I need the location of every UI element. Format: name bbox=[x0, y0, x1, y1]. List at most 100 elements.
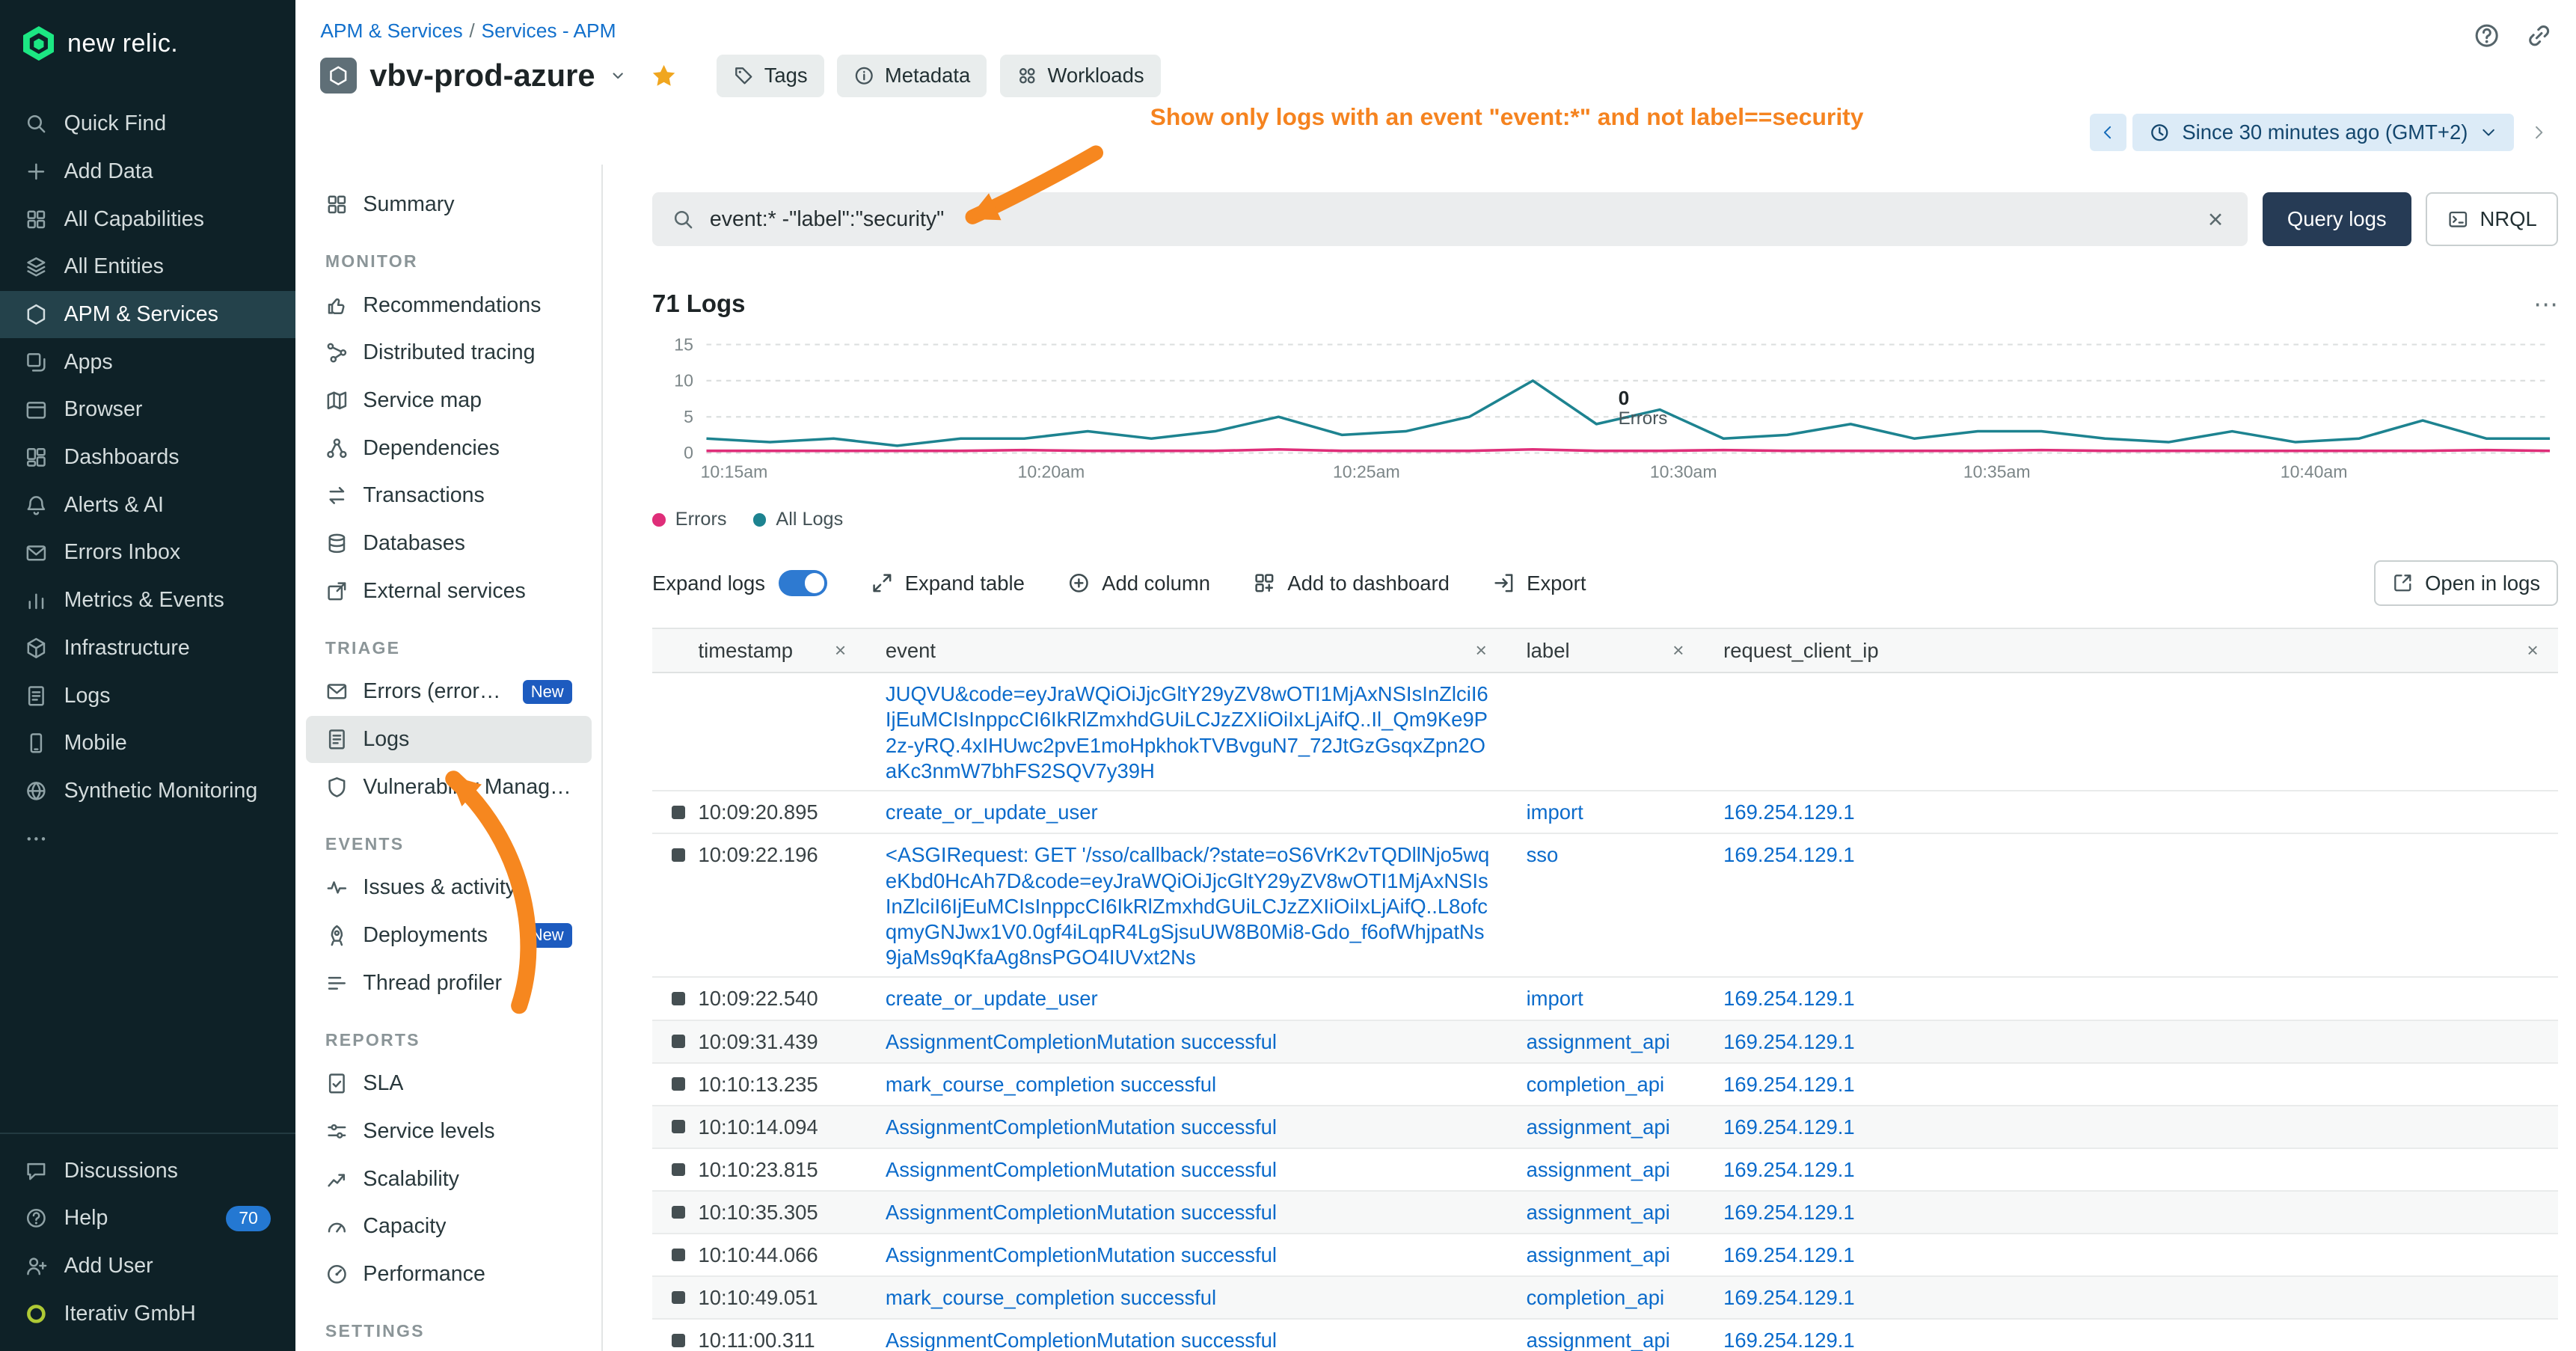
log-label-link[interactable]: assignment_api bbox=[1527, 1329, 1670, 1351]
nav-item-add-user[interactable]: Add User bbox=[0, 1243, 295, 1290]
remove-column-timestamp-icon[interactable]: × bbox=[831, 639, 849, 662]
row-checkbox[interactable] bbox=[672, 1291, 685, 1305]
log-row[interactable]: JUQVU&code=eyJraWQiOiJjcGltY29yZV8wOTI1M… bbox=[652, 673, 2558, 791]
sidebar-item-service-map[interactable]: Service map bbox=[306, 377, 592, 425]
nav-item-all-entities[interactable]: All Entities bbox=[0, 243, 295, 291]
expand-table-button[interactable]: Expand table bbox=[871, 572, 1025, 595]
time-picker-button[interactable]: Since 30 minutes ago (GMT+2) bbox=[2132, 114, 2513, 152]
more-options-icon[interactable]: ⋯ bbox=[2533, 290, 2558, 319]
log-label-link[interactable]: assignment_api bbox=[1527, 1158, 1670, 1181]
sidebar-item-thread-profiler[interactable]: Thread profiler bbox=[306, 959, 592, 1007]
nav-item-more[interactable] bbox=[0, 815, 295, 863]
nav-item-dashboards[interactable]: Dashboards bbox=[0, 434, 295, 482]
log-label-link[interactable]: assignment_api bbox=[1527, 1243, 1670, 1266]
new-relic-logo[interactable]: new relic. bbox=[0, 19, 295, 84]
sidebar-item-vulnerability-management[interactable]: Vulnerability Management bbox=[306, 763, 592, 811]
row-checkbox[interactable] bbox=[672, 1249, 685, 1262]
log-event-link[interactable]: AssignmentCompletionMutation successful bbox=[886, 1030, 1277, 1053]
log-label-link[interactable]: completion_api bbox=[1527, 1286, 1665, 1309]
log-event-link[interactable]: mark_course_completion successful bbox=[886, 1073, 1216, 1096]
log-label-link[interactable]: sso bbox=[1527, 843, 1559, 866]
log-event-link[interactable]: JUQVU&code=eyJraWQiOiJjcGltY29yZV8wOTI1M… bbox=[886, 682, 1488, 782]
nav-item-metrics-events[interactable]: Metrics & Events bbox=[0, 577, 295, 625]
row-checkbox[interactable] bbox=[672, 1077, 685, 1091]
time-back-button[interactable] bbox=[2090, 114, 2126, 152]
log-client-ip-link[interactable]: 169.254.129.1 bbox=[1723, 987, 1854, 1010]
log-label-link[interactable]: import bbox=[1527, 800, 1583, 824]
nav-item-infrastructure[interactable]: Infrastructure bbox=[0, 625, 295, 673]
log-event-link[interactable]: mark_course_completion successful bbox=[886, 1286, 1216, 1309]
nav-item-errors-inbox[interactable]: Errors Inbox bbox=[0, 529, 295, 577]
row-checkbox[interactable] bbox=[672, 1334, 685, 1347]
sidebar-item-external-services[interactable]: External services bbox=[306, 567, 592, 615]
log-event-link[interactable]: create_or_update_user bbox=[886, 800, 1098, 824]
sidebar-item-sla[interactable]: SLA bbox=[306, 1060, 592, 1108]
sidebar-item-databases[interactable]: Databases bbox=[306, 520, 592, 568]
nav-item-help[interactable]: Help70 bbox=[0, 1195, 295, 1243]
nav-item-quick-find[interactable]: Quick Find bbox=[0, 100, 295, 148]
entity-switcher-caret-icon[interactable] bbox=[608, 66, 628, 85]
log-client-ip-link[interactable]: 169.254.129.1 bbox=[1723, 1073, 1854, 1096]
nav-item-mobile[interactable]: Mobile bbox=[0, 720, 295, 768]
permalink-icon[interactable] bbox=[2525, 22, 2553, 49]
sidebar-item-issues-activity[interactable]: Issues & activity bbox=[306, 864, 592, 912]
row-checkbox[interactable] bbox=[672, 1120, 685, 1133]
breadcrumb-apm-services[interactable]: APM & Services bbox=[320, 19, 462, 42]
log-event-link[interactable]: AssignmentCompletionMutation successful bbox=[886, 1243, 1277, 1266]
sidebar-item-scalability[interactable]: Scalability bbox=[306, 1155, 592, 1203]
log-row[interactable]: 10:09:22.196<ASGIRequest: GET '/sso/call… bbox=[652, 834, 2558, 978]
log-row[interactable]: 10:10:23.815AssignmentCompletionMutation… bbox=[652, 1149, 2558, 1192]
remove-column-event-icon[interactable]: × bbox=[1472, 639, 1490, 662]
sidebar-item-performance[interactable]: Performance bbox=[306, 1251, 592, 1299]
export-button[interactable]: Export bbox=[1492, 572, 1586, 595]
log-label-link[interactable]: assignment_api bbox=[1527, 1201, 1670, 1224]
log-row[interactable]: 10:10:44.066AssignmentCompletionMutation… bbox=[652, 1234, 2558, 1277]
log-event-link[interactable]: create_or_update_user bbox=[886, 987, 1098, 1010]
log-row[interactable]: 10:11:00.311AssignmentCompletionMutation… bbox=[652, 1320, 2558, 1351]
log-client-ip-link[interactable]: 169.254.129.1 bbox=[1723, 1286, 1854, 1309]
tags-button[interactable]: Tags bbox=[717, 55, 824, 97]
log-event-link[interactable]: AssignmentCompletionMutation successful bbox=[886, 1329, 1277, 1351]
nav-item-all-capabilities[interactable]: All Capabilities bbox=[0, 195, 295, 243]
row-checkbox[interactable] bbox=[672, 1163, 685, 1177]
log-client-ip-link[interactable]: 169.254.129.1 bbox=[1723, 1158, 1854, 1181]
help-circle-icon[interactable] bbox=[2473, 22, 2500, 49]
sidebar-item-deployments[interactable]: DeploymentsNew bbox=[306, 912, 592, 960]
time-forward-button[interactable] bbox=[2521, 114, 2557, 152]
remove-column-request-client-ip-icon[interactable]: × bbox=[2524, 639, 2542, 662]
expand-logs-toggle[interactable] bbox=[779, 570, 828, 596]
log-label-link[interactable]: assignment_api bbox=[1527, 1115, 1670, 1139]
row-checkbox[interactable] bbox=[672, 1206, 685, 1219]
log-row[interactable]: 10:10:13.235mark_course_completion succe… bbox=[652, 1064, 2558, 1106]
log-row[interactable]: 10:10:35.305AssignmentCompletionMutation… bbox=[652, 1192, 2558, 1234]
sidebar-item-service-levels[interactable]: Service levels bbox=[306, 1108, 592, 1156]
nav-item-apps[interactable]: Apps bbox=[0, 338, 295, 386]
legend-errors[interactable]: Errors bbox=[652, 509, 726, 530]
log-client-ip-link[interactable]: 169.254.129.1 bbox=[1723, 1030, 1854, 1053]
nav-item-discussions[interactable]: Discussions bbox=[0, 1147, 295, 1195]
sidebar-item-transactions[interactable]: Transactions bbox=[306, 472, 592, 520]
add-to-dashboard-button[interactable]: Add to dashboard bbox=[1253, 572, 1450, 595]
sidebar-item-capacity[interactable]: Capacity bbox=[306, 1203, 592, 1251]
log-row[interactable]: 10:09:20.895create_or_update_userimport1… bbox=[652, 791, 2558, 834]
open-in-logs-button[interactable]: Open in logs bbox=[2374, 560, 2558, 607]
nrql-button[interactable]: NRQL bbox=[2426, 192, 2558, 246]
breadcrumb-services-apm[interactable]: Services - APM bbox=[482, 19, 616, 42]
row-checkbox[interactable] bbox=[672, 848, 685, 862]
log-row[interactable]: 10:09:22.540create_or_update_userimport1… bbox=[652, 978, 2558, 1020]
sidebar-item-dependencies[interactable]: Dependencies bbox=[306, 424, 592, 472]
sidebar-item-distributed-tracing[interactable]: Distributed tracing bbox=[306, 329, 592, 377]
logs-search-bar[interactable]: × bbox=[652, 192, 2248, 246]
log-client-ip-link[interactable]: 169.254.129.1 bbox=[1723, 1201, 1854, 1224]
remove-column-label-icon[interactable]: × bbox=[1669, 639, 1687, 662]
log-event-link[interactable]: AssignmentCompletionMutation successful bbox=[886, 1115, 1277, 1139]
nav-item-synthetic-monitoring[interactable]: Synthetic Monitoring bbox=[0, 768, 295, 815]
row-checkbox[interactable] bbox=[672, 992, 685, 1005]
query-logs-button[interactable]: Query logs bbox=[2263, 192, 2411, 246]
legend-all-logs[interactable]: All Logs bbox=[753, 509, 844, 530]
favorite-star-icon[interactable] bbox=[651, 63, 677, 89]
log-label-link[interactable]: completion_api bbox=[1527, 1073, 1665, 1096]
nav-item-iterativ-gmbh[interactable]: Iterativ GmbH bbox=[0, 1290, 295, 1338]
log-client-ip-link[interactable]: 169.254.129.1 bbox=[1723, 1115, 1854, 1139]
sidebar-item-recommendations[interactable]: Recommendations bbox=[306, 281, 592, 329]
